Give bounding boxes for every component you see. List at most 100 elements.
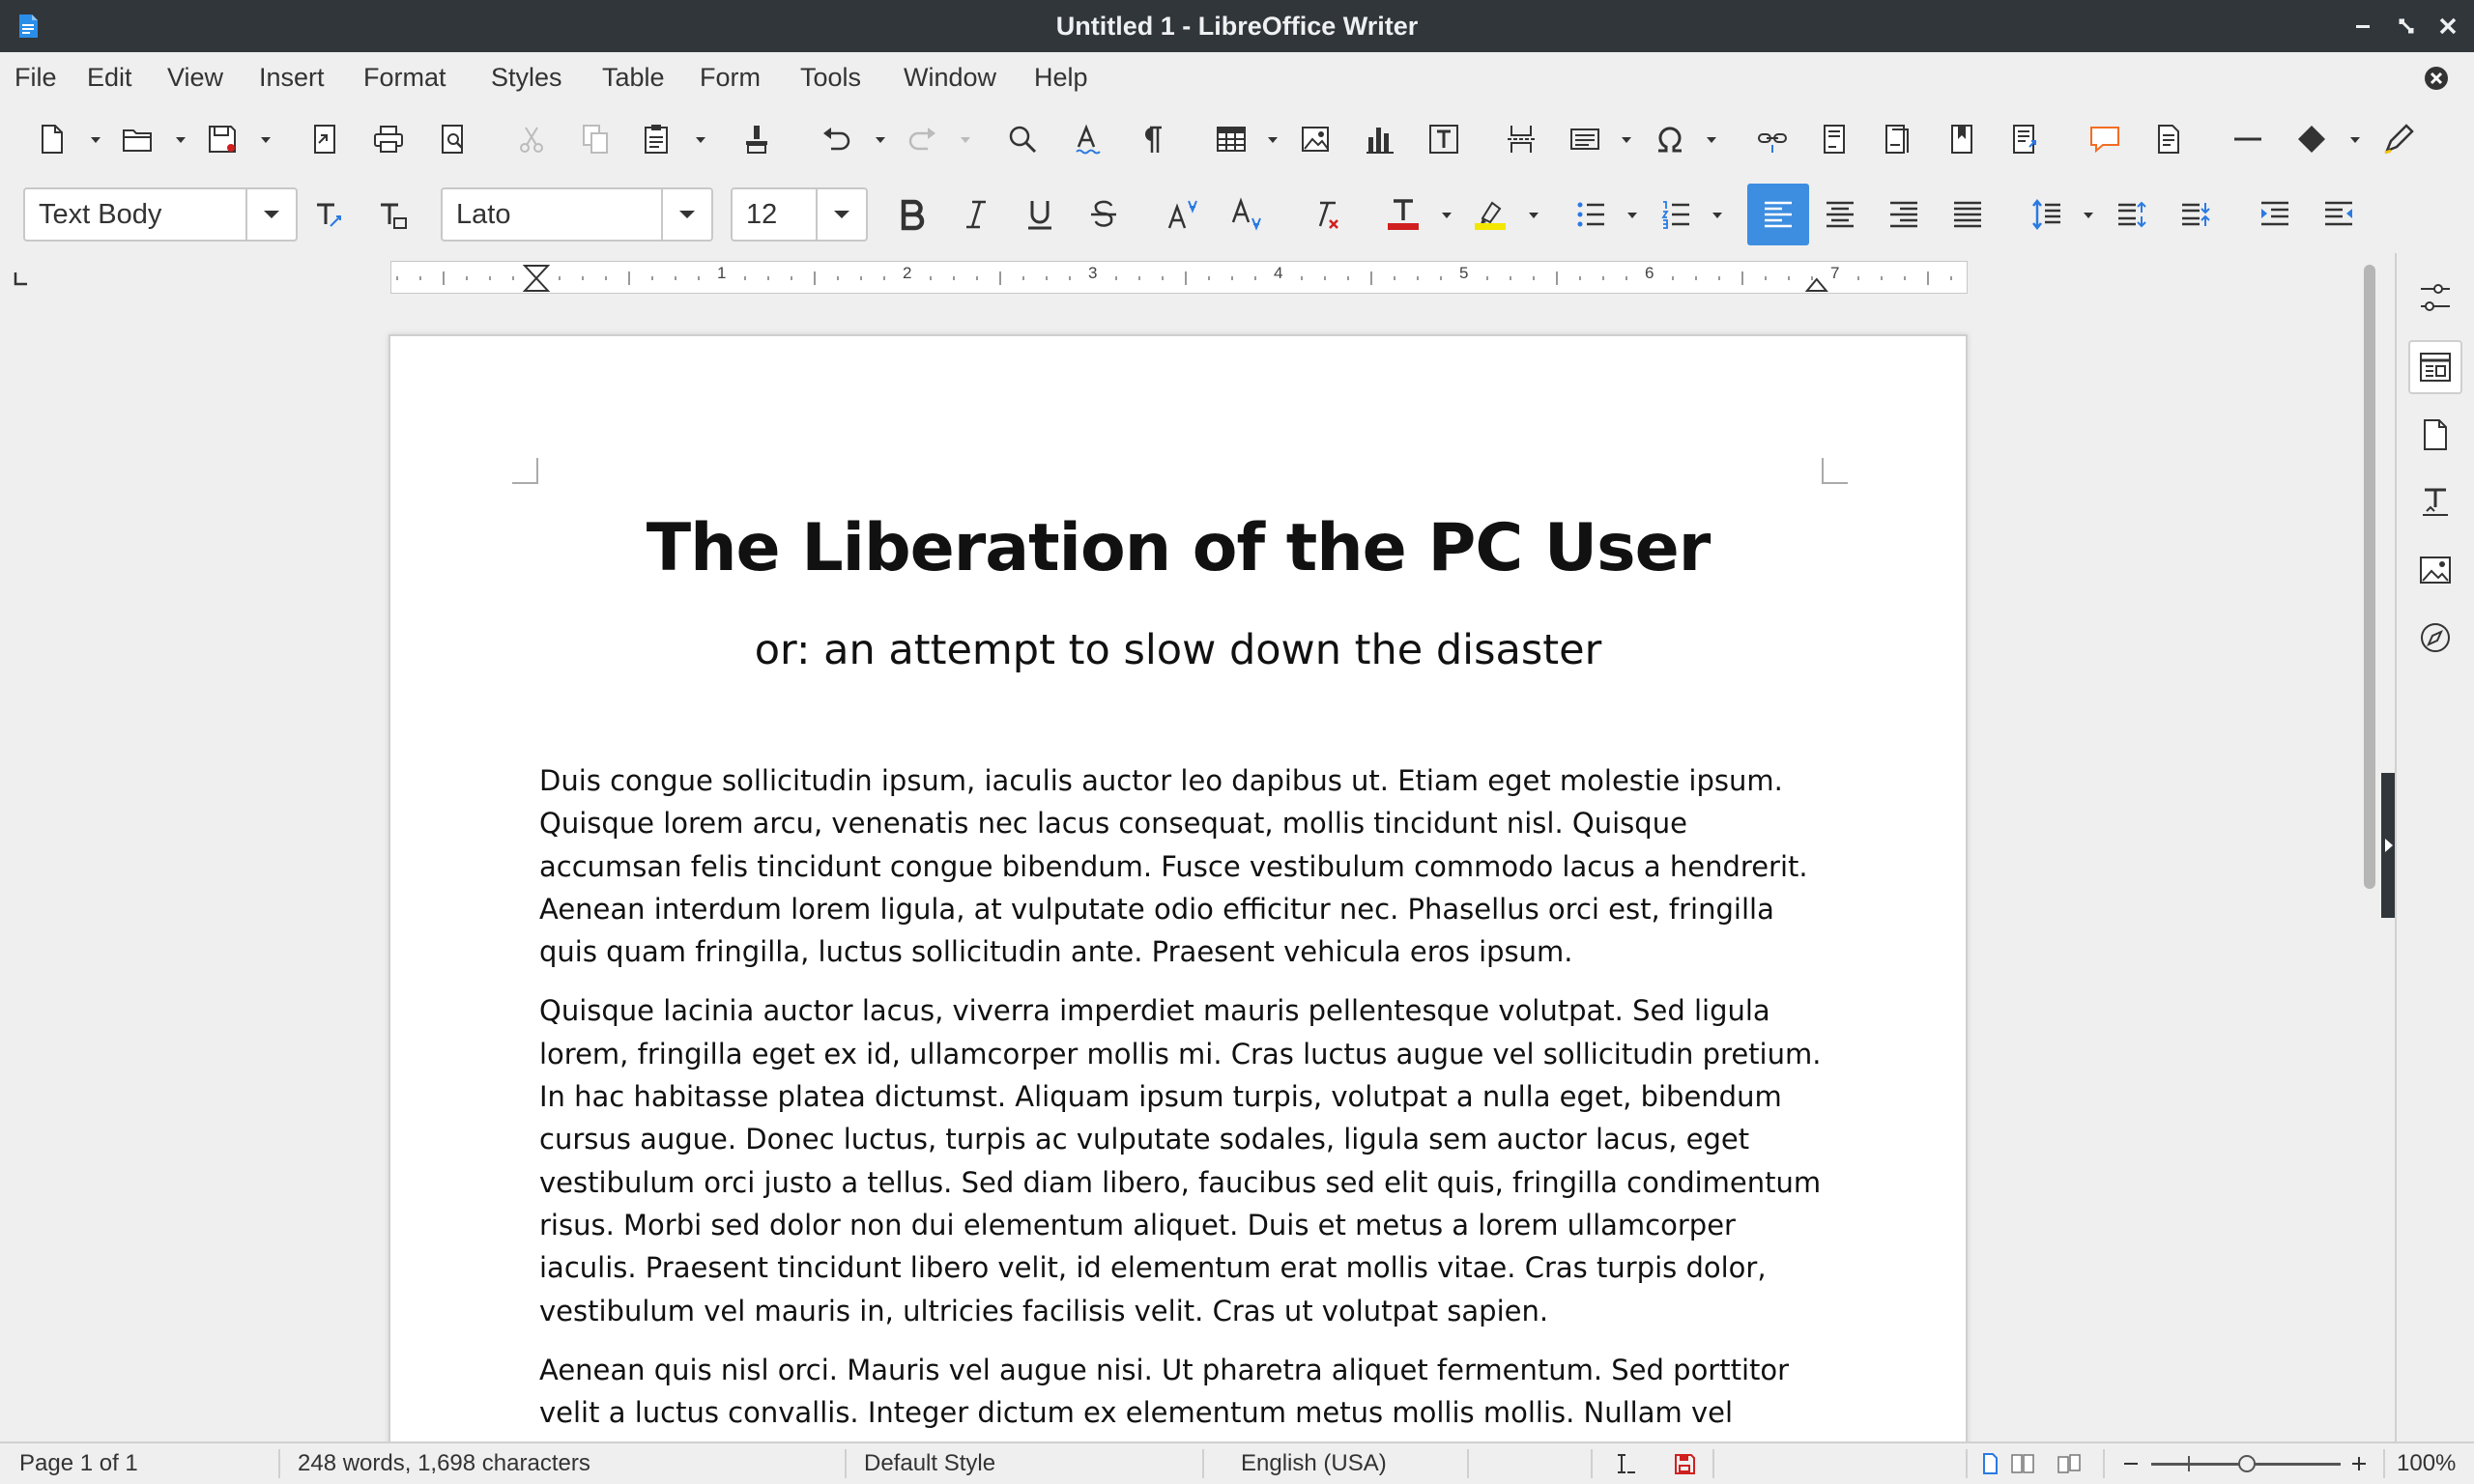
insert-text-box-button[interactable] xyxy=(1421,116,1467,162)
decrease-paragraph-spacing-button[interactable] xyxy=(2172,191,2219,238)
paragraph-style-combo[interactable]: Text Body xyxy=(23,187,298,242)
italic-button[interactable] xyxy=(953,191,999,238)
chevron-down-icon[interactable] xyxy=(1625,211,1639,220)
chevron-down-icon[interactable] xyxy=(89,135,102,145)
cut-button[interactable] xyxy=(508,116,555,162)
menu-form[interactable]: Form xyxy=(700,52,761,102)
menu-tools[interactable]: Tools xyxy=(800,52,861,102)
basic-shapes-button[interactable] xyxy=(2288,116,2335,162)
insert-image-button[interactable] xyxy=(1293,116,1339,162)
multi-page-view-icon[interactable] xyxy=(2010,1451,2035,1476)
menu-help[interactable]: Help xyxy=(1034,52,1088,102)
sidebar-settings-button[interactable] xyxy=(2408,271,2462,325)
sidebar-gallery-button[interactable] xyxy=(2408,543,2462,597)
sidebar-navigator-button[interactable] xyxy=(2408,611,2462,665)
sidebar-styles-button[interactable] xyxy=(2408,475,2462,529)
insert-comment-button[interactable] xyxy=(2082,116,2128,162)
spelling-button[interactable] xyxy=(1065,116,1111,162)
single-page-view-icon[interactable] xyxy=(1977,1451,2002,1476)
document-body[interactable]: Duis congue sollicitudin ipsum, iaculis … xyxy=(539,759,1834,1441)
sidebar-page-button[interactable] xyxy=(2408,408,2462,462)
print-preview-button[interactable] xyxy=(429,116,475,162)
paste-button[interactable] xyxy=(634,116,680,162)
insert-table-button[interactable] xyxy=(1208,116,1254,162)
find-replace-button[interactable] xyxy=(999,116,1046,162)
language[interactable]: English (USA) xyxy=(1241,1443,1387,1484)
insert-field-button[interactable] xyxy=(1562,116,1608,162)
insert-bookmark-button[interactable] xyxy=(1939,116,1985,162)
body-paragraph[interactable]: Duis congue sollicitudin ipsum, iaculis … xyxy=(539,759,1834,973)
menu-table[interactable]: Table xyxy=(602,52,665,102)
chevron-down-icon[interactable] xyxy=(2082,211,2095,220)
zoom-in-icon[interactable] xyxy=(2346,1451,2372,1476)
minimize-icon[interactable] xyxy=(2348,12,2377,41)
scrollbar-thumb[interactable] xyxy=(2364,265,2375,889)
new-style-button[interactable] xyxy=(369,191,416,238)
word-count[interactable]: 248 words, 1,698 characters xyxy=(298,1443,590,1484)
align-center-button[interactable] xyxy=(1817,191,1863,238)
chevron-down-icon[interactable] xyxy=(1266,135,1280,145)
close-document-icon[interactable] xyxy=(2422,64,2451,93)
page[interactable]: The Liberation of the PC User or: an att… xyxy=(388,334,1968,1441)
unordered-list-button[interactable] xyxy=(1568,191,1614,238)
sidebar-properties-button[interactable] xyxy=(2408,340,2462,394)
highlight-color-button[interactable] xyxy=(1467,191,1513,238)
menu-view[interactable]: View xyxy=(167,52,223,102)
ordered-list-button[interactable] xyxy=(1653,191,1699,238)
zoom-slider-handle[interactable] xyxy=(2238,1455,2256,1472)
superscript-button[interactable] xyxy=(1160,191,1206,238)
open-button[interactable] xyxy=(114,116,160,162)
menu-styles[interactable]: Styles xyxy=(491,52,562,102)
document-subtitle[interactable]: or: an attempt to slow down the disaster xyxy=(390,626,1966,674)
chevron-down-icon[interactable] xyxy=(1440,211,1453,220)
insert-hyperlink-button[interactable] xyxy=(1749,116,1796,162)
chevron-down-icon[interactable] xyxy=(1527,211,1540,220)
left-indent-marker[interactable] xyxy=(522,265,551,292)
menu-file[interactable]: File xyxy=(14,52,57,102)
insert-chart-button[interactable] xyxy=(1357,116,1403,162)
font-size-combo[interactable]: 12 xyxy=(731,187,868,242)
document-modified-icon[interactable] xyxy=(1672,1451,1697,1476)
align-right-button[interactable] xyxy=(1881,191,1927,238)
chevron-down-icon[interactable] xyxy=(1620,135,1633,145)
redo-button[interactable] xyxy=(899,116,945,162)
page-indicator[interactable]: Page 1 of 1 xyxy=(19,1443,138,1484)
font-name-combo[interactable]: Lato xyxy=(441,187,713,242)
vertical-scrollbar[interactable] xyxy=(2358,261,2381,1441)
paragraph-style-dropdown[interactable] xyxy=(245,189,296,240)
show-draw-functions-button[interactable] xyxy=(2375,116,2422,162)
chevron-down-icon[interactable] xyxy=(694,135,707,145)
insert-line-button[interactable] xyxy=(2225,116,2271,162)
insert-endnote-button[interactable] xyxy=(1875,116,1921,162)
menu-format[interactable]: Format xyxy=(363,52,446,102)
document-title[interactable]: The Liberation of the PC User xyxy=(390,510,1966,586)
undo-button[interactable] xyxy=(814,116,860,162)
track-changes-button[interactable] xyxy=(2145,116,2192,162)
body-paragraph[interactable]: Quisque lacinia auctor lacus, viverra im… xyxy=(539,989,1834,1331)
tab-stop-selector-icon[interactable] xyxy=(14,271,29,286)
insert-page-break-button[interactable] xyxy=(1498,116,1544,162)
zoom-level[interactable]: 100% xyxy=(2397,1443,2456,1484)
body-paragraph[interactable]: Aenean quis nisl orci. Mauris vel augue … xyxy=(539,1349,1834,1441)
clear-formatting-button[interactable] xyxy=(1303,191,1349,238)
horizontal-ruler[interactable]: 1 2 3 4 5 6 7 xyxy=(390,261,1968,294)
strikethrough-button[interactable] xyxy=(1080,191,1127,238)
chevron-down-icon[interactable] xyxy=(1705,135,1718,145)
justify-button[interactable] xyxy=(1944,191,1991,238)
align-left-button[interactable] xyxy=(1747,184,1809,245)
restore-icon[interactable] xyxy=(2392,12,2421,41)
close-window-icon[interactable] xyxy=(2433,12,2462,41)
insert-special-character-button[interactable] xyxy=(1647,116,1693,162)
formatting-marks-button[interactable] xyxy=(1129,116,1175,162)
chevron-down-icon[interactable] xyxy=(874,135,887,145)
right-indent-marker[interactable] xyxy=(1804,277,1828,292)
chevron-down-icon[interactable] xyxy=(174,135,187,145)
save-button[interactable] xyxy=(199,116,245,162)
chevron-down-icon[interactable] xyxy=(959,135,972,145)
underline-button[interactable] xyxy=(1017,191,1063,238)
increase-indent-button[interactable] xyxy=(2252,191,2298,238)
menu-edit[interactable]: Edit xyxy=(87,52,132,102)
zoom-slider[interactable] xyxy=(2151,1455,2341,1472)
bold-button[interactable] xyxy=(889,191,935,238)
zoom-out-icon[interactable] xyxy=(2118,1451,2143,1476)
